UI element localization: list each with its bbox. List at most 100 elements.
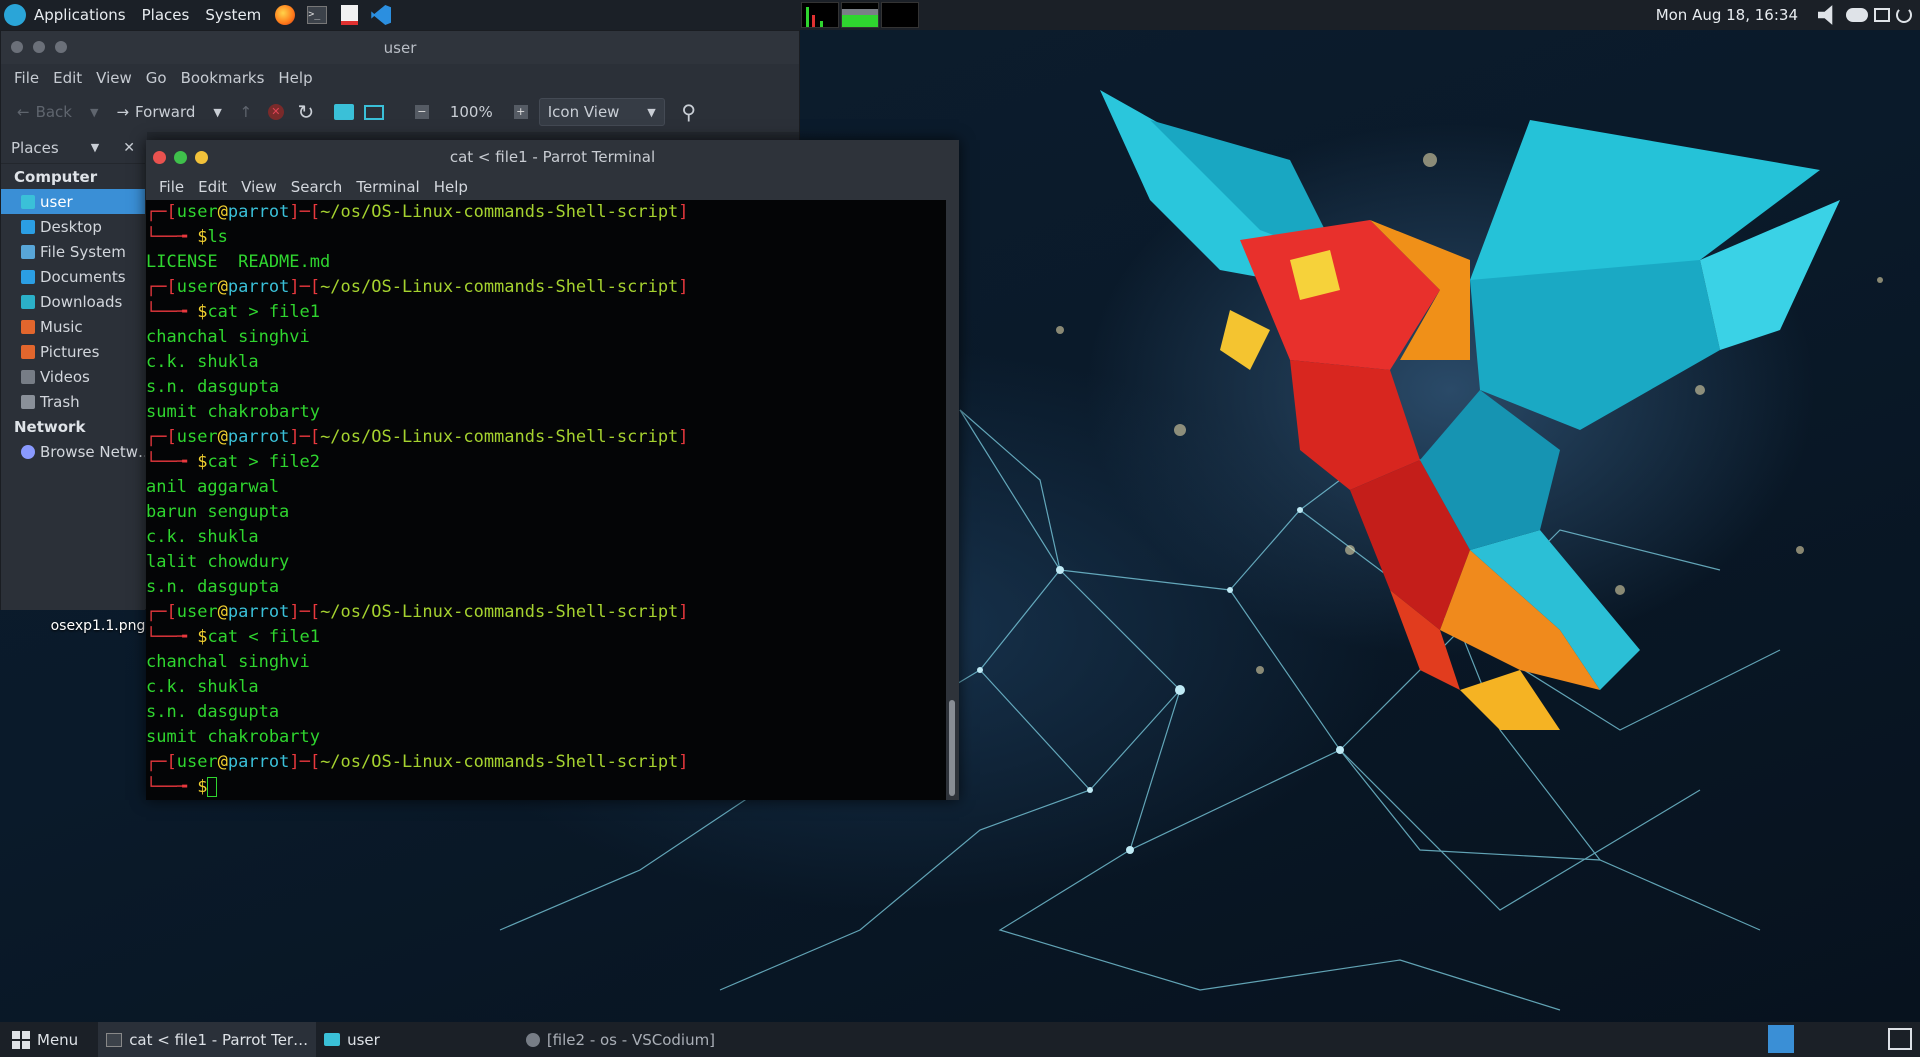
sidebar-item-file-system[interactable]: File System: [1, 239, 145, 264]
parrot-logo-icon: [4, 4, 26, 26]
minimize-window-icon[interactable]: [195, 151, 208, 164]
prompt-user: user: [176, 602, 218, 622]
close-window-icon[interactable]: [153, 151, 166, 164]
taskbar-item-terminal[interactable]: cat < file1 - Parrot Ter…: [98, 1022, 317, 1057]
places-menu[interactable]: Places: [134, 0, 198, 30]
sidebar-places-list: user Desktop File System Documents Downloads…: [1, 189, 145, 414]
term-menu-terminal[interactable]: Terminal: [349, 178, 426, 196]
output-line: s.n. dasgupta: [146, 377, 280, 397]
terminal-window: cat < file1 - Parrot Terminal File Edit …: [146, 140, 959, 800]
close-window-icon[interactable]: [11, 41, 23, 53]
command-line: └──╼ $cat > file2: [146, 452, 321, 472]
sidebar-item-trash[interactable]: Trash: [1, 389, 145, 414]
output-line: anil aggarwal: [146, 477, 280, 497]
sidebar-item-documents[interactable]: Documents: [1, 264, 145, 289]
chevron-down-icon: ▼: [213, 105, 222, 119]
fm-menu-edit[interactable]: Edit: [46, 69, 89, 87]
volume-icon[interactable]: [1818, 5, 1833, 25]
command-text: cat > file1: [207, 302, 321, 322]
maximize-window-icon[interactable]: [55, 41, 67, 53]
fm-menu-go[interactable]: Go: [139, 69, 174, 87]
sidebar-item-downloads[interactable]: Downloads: [1, 289, 145, 314]
up-arrow-icon[interactable]: ↑: [234, 100, 258, 124]
power-icon[interactable]: [1896, 7, 1912, 23]
zoom-in-icon[interactable]: +: [509, 100, 533, 124]
output-line: s.n. dasgupta: [146, 577, 280, 597]
sidebar-item-pictures[interactable]: Pictures: [1, 339, 145, 364]
prompt-path: ~/os/OS-Linux-commands-Shell-script: [320, 202, 679, 222]
sidebar-item-desktop[interactable]: Desktop: [1, 214, 145, 239]
reload-icon[interactable]: ↻: [294, 100, 318, 124]
taskbar-item-file-manager[interactable]: user: [316, 1022, 388, 1057]
output-line: c.k. shukla: [146, 677, 259, 697]
taskbar-item-vscodium[interactable]: [file2 - os - VSCodium]: [518, 1022, 723, 1057]
arrow-left-icon: ←: [17, 103, 30, 121]
term-menu-edit[interactable]: Edit: [191, 178, 234, 196]
back-button[interactable]: ← Back ▼: [11, 97, 104, 127]
firefox-launcher-icon[interactable]: [272, 2, 298, 28]
terminal-titlebar[interactable]: cat < file1 - Parrot Terminal: [146, 140, 959, 174]
fm-menu-help[interactable]: Help: [271, 69, 319, 87]
sidebar-item-music[interactable]: Music: [1, 314, 145, 339]
folder-icon: [21, 394, 35, 409]
terminal-scrollbar[interactable]: [946, 200, 959, 800]
chevron-down-icon: ▼: [90, 105, 99, 119]
main-menu-button[interactable]: Menu: [0, 1022, 86, 1057]
close-sidebar-icon[interactable]: ✕: [123, 140, 135, 156]
sidebar-places-label[interactable]: Places: [11, 139, 59, 157]
sidebar-item-browse-network[interactable]: Browse Netw…: [1, 439, 145, 464]
text-editor-launcher-icon[interactable]: [336, 2, 362, 28]
output-line: c.k. shukla: [146, 527, 259, 547]
sidebar-item-videos[interactable]: Videos: [1, 364, 145, 389]
stop-icon[interactable]: ✕: [264, 100, 288, 124]
home-folder-icon[interactable]: [332, 100, 356, 124]
desktop-file-icon[interactable]: osexp1.1.png: [48, 618, 148, 634]
display-icon[interactable]: [1874, 8, 1890, 22]
term-menu-search[interactable]: Search: [284, 178, 350, 196]
applications-menu[interactable]: Applications: [0, 0, 134, 30]
workspace-switcher[interactable]: [1768, 1025, 1794, 1053]
term-menu-view[interactable]: View: [234, 178, 284, 196]
prompt-user: user: [176, 277, 218, 297]
terminal-menubar: File Edit View Search Terminal Help: [146, 174, 959, 200]
vscodium-launcher-icon[interactable]: [368, 2, 394, 28]
clock[interactable]: Mon Aug 18, 16:34: [1656, 6, 1798, 24]
fm-menu-view[interactable]: View: [89, 69, 139, 87]
folder-icon: [324, 1033, 341, 1046]
term-menu-help[interactable]: Help: [427, 178, 475, 196]
term-menu-file[interactable]: File: [152, 178, 191, 196]
sidebar-item-label: Pictures: [40, 342, 100, 361]
grid-menu-icon: [12, 1030, 30, 1049]
terminal-scrollbar-thumb[interactable]: [949, 700, 955, 796]
top-panel: Applications Places System >_ Mon Aug 18…: [0, 0, 1920, 30]
file-manager-titlebar[interactable]: user: [1, 31, 799, 64]
minimize-window-icon[interactable]: [33, 41, 45, 53]
search-icon[interactable]: ⚲: [677, 100, 701, 124]
prompt-user: user: [176, 202, 218, 222]
folder-icon: [21, 369, 35, 384]
folder-icon: [21, 244, 35, 259]
output-line: lalit chowdury: [146, 552, 290, 572]
network-cloud-icon[interactable]: [1846, 8, 1868, 22]
prompt-path: ~/os/OS-Linux-commands-Shell-script: [320, 277, 679, 297]
zoom-level: 100%: [449, 103, 493, 121]
forward-button[interactable]: → Forward ▼: [110, 97, 227, 127]
fm-menu-file[interactable]: File: [7, 69, 46, 87]
terminal-launcher-icon[interactable]: >_: [304, 2, 330, 28]
system-menu[interactable]: System: [197, 0, 269, 30]
file-manager-sidebar: Computer user Desktop File System Documents…: [1, 164, 145, 610]
maximize-window-icon[interactable]: [174, 151, 187, 164]
arrow-right-icon: →: [116, 103, 130, 121]
sidebar-item-user[interactable]: user: [1, 189, 145, 214]
file-manager-toolbar: ← Back ▼ → Forward ▼ ↑ ✕ ↻ − 100% + Icon…: [1, 92, 799, 132]
zoom-out-icon[interactable]: −: [410, 100, 434, 124]
command-text: ls: [207, 227, 228, 247]
prompt-host: parrot: [227, 202, 290, 222]
show-desktop-icon[interactable]: [1888, 1028, 1912, 1050]
computer-icon[interactable]: [362, 100, 386, 124]
prompt-line: ┌─[user@parrot]─[~/os/OS-Linux-commands-…: [146, 427, 689, 447]
chevron-down-icon[interactable]: ▼: [91, 141, 99, 154]
terminal-output[interactable]: ┌─[user@parrot]─[~/os/OS-Linux-commands-…: [146, 200, 946, 800]
fm-menu-bookmarks[interactable]: Bookmarks: [174, 69, 272, 87]
view-mode-select[interactable]: Icon View ▼: [538, 98, 665, 126]
